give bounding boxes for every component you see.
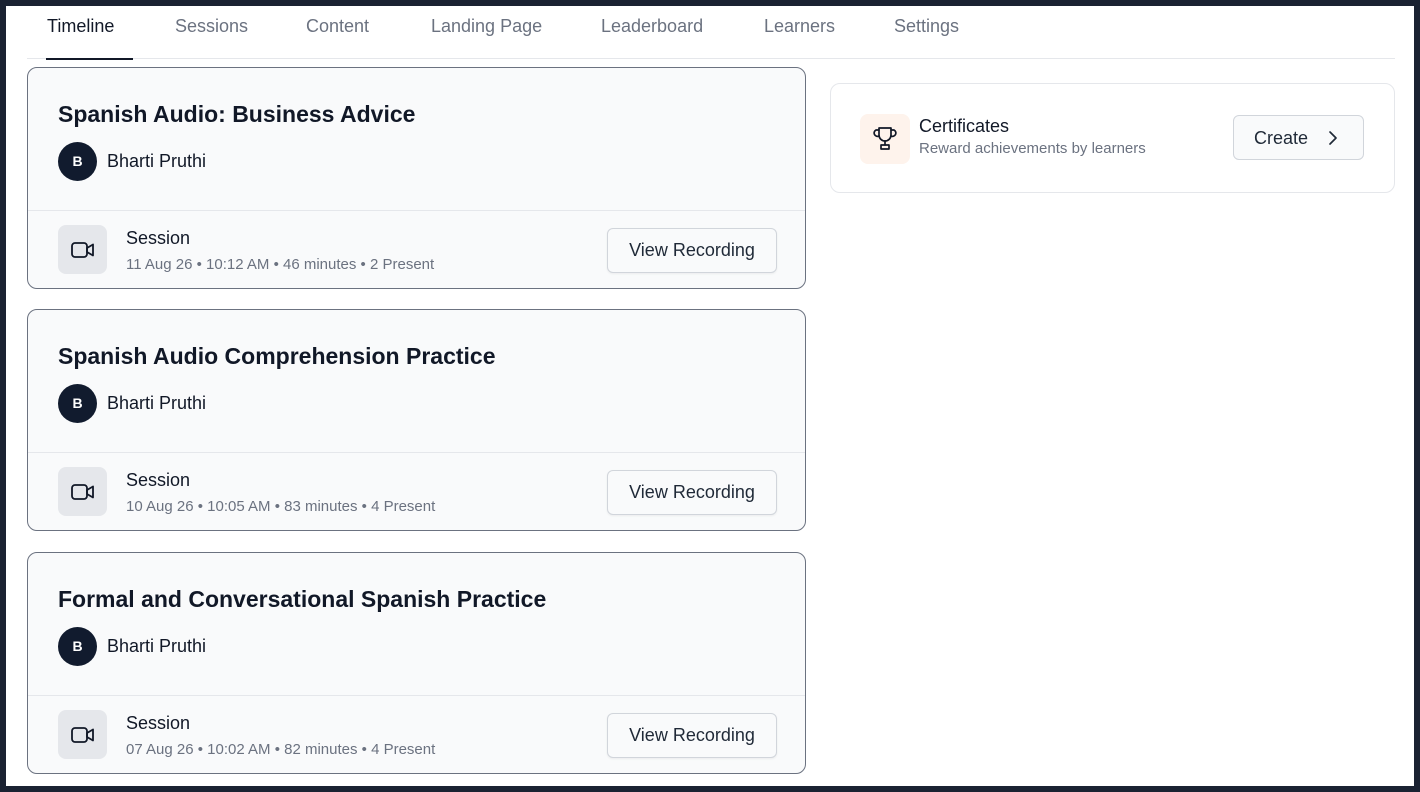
card-divider bbox=[28, 452, 805, 453]
create-button-label: Create bbox=[1254, 128, 1309, 148]
session-meta: 07 Aug 26 • 10:02 AM • 82 minutes • 4 Pr… bbox=[126, 741, 436, 758]
avatar: B bbox=[58, 627, 97, 666]
video-camera-icon bbox=[58, 225, 107, 274]
tab-bar: Timeline Sessions Content Landing Page L… bbox=[27, 6, 1395, 60]
certificates-card: Certificates Reward achievements by lear… bbox=[830, 83, 1395, 193]
view-recording-button[interactable]: View Recording bbox=[607, 713, 777, 758]
trophy-icon bbox=[860, 114, 910, 164]
author-name: Bharti Pruthi bbox=[107, 393, 207, 413]
tab-content[interactable]: Content bbox=[306, 16, 369, 59]
session-card: Spanish Audio: Business Advice B Bharti … bbox=[27, 67, 806, 289]
avatar: B bbox=[58, 384, 97, 423]
view-recording-button[interactable]: View Recording bbox=[607, 228, 777, 273]
tab-landing-page[interactable]: Landing Page bbox=[431, 16, 542, 59]
author-name: Bharti Pruthi bbox=[107, 636, 207, 656]
card-divider bbox=[28, 695, 805, 696]
card-title[interactable]: Spanish Audio Comprehension Practice bbox=[58, 343, 496, 370]
session-meta: 10 Aug 26 • 10:05 AM • 83 minutes • 4 Pr… bbox=[126, 498, 436, 515]
card-divider bbox=[28, 210, 805, 211]
session-card: Formal and Conversational Spanish Practi… bbox=[27, 552, 806, 774]
certificates-title: Certificates bbox=[919, 116, 1010, 136]
tab-learners[interactable]: Learners bbox=[764, 16, 835, 59]
view-recording-button[interactable]: View Recording bbox=[607, 470, 777, 515]
session-label: Session bbox=[126, 713, 191, 733]
card-title[interactable]: Spanish Audio: Business Advice bbox=[58, 101, 415, 128]
create-certificate-button[interactable]: Create bbox=[1233, 115, 1364, 160]
author-name: Bharti Pruthi bbox=[107, 151, 207, 171]
app-frame: Timeline Sessions Content Landing Page L… bbox=[6, 6, 1414, 786]
session-label: Session bbox=[126, 470, 191, 490]
session-meta: 11 Aug 26 • 10:12 AM • 46 minutes • 2 Pr… bbox=[126, 256, 435, 273]
certificates-subtitle: Reward achievements by learners bbox=[919, 140, 1146, 157]
tab-timeline[interactable]: Timeline bbox=[45, 16, 134, 60]
card-title[interactable]: Formal and Conversational Spanish Practi… bbox=[58, 586, 546, 613]
tab-settings[interactable]: Settings bbox=[894, 16, 959, 59]
session-card: Spanish Audio Comprehension Practice B B… bbox=[27, 309, 806, 531]
tab-leaderboard[interactable]: Leaderboard bbox=[601, 16, 703, 59]
avatar: B bbox=[58, 142, 97, 181]
session-label: Session bbox=[126, 228, 191, 248]
video-camera-icon bbox=[58, 467, 107, 516]
tab-sessions[interactable]: Sessions bbox=[175, 16, 248, 59]
video-camera-icon bbox=[58, 710, 107, 759]
chevron-right-icon bbox=[1329, 131, 1337, 145]
